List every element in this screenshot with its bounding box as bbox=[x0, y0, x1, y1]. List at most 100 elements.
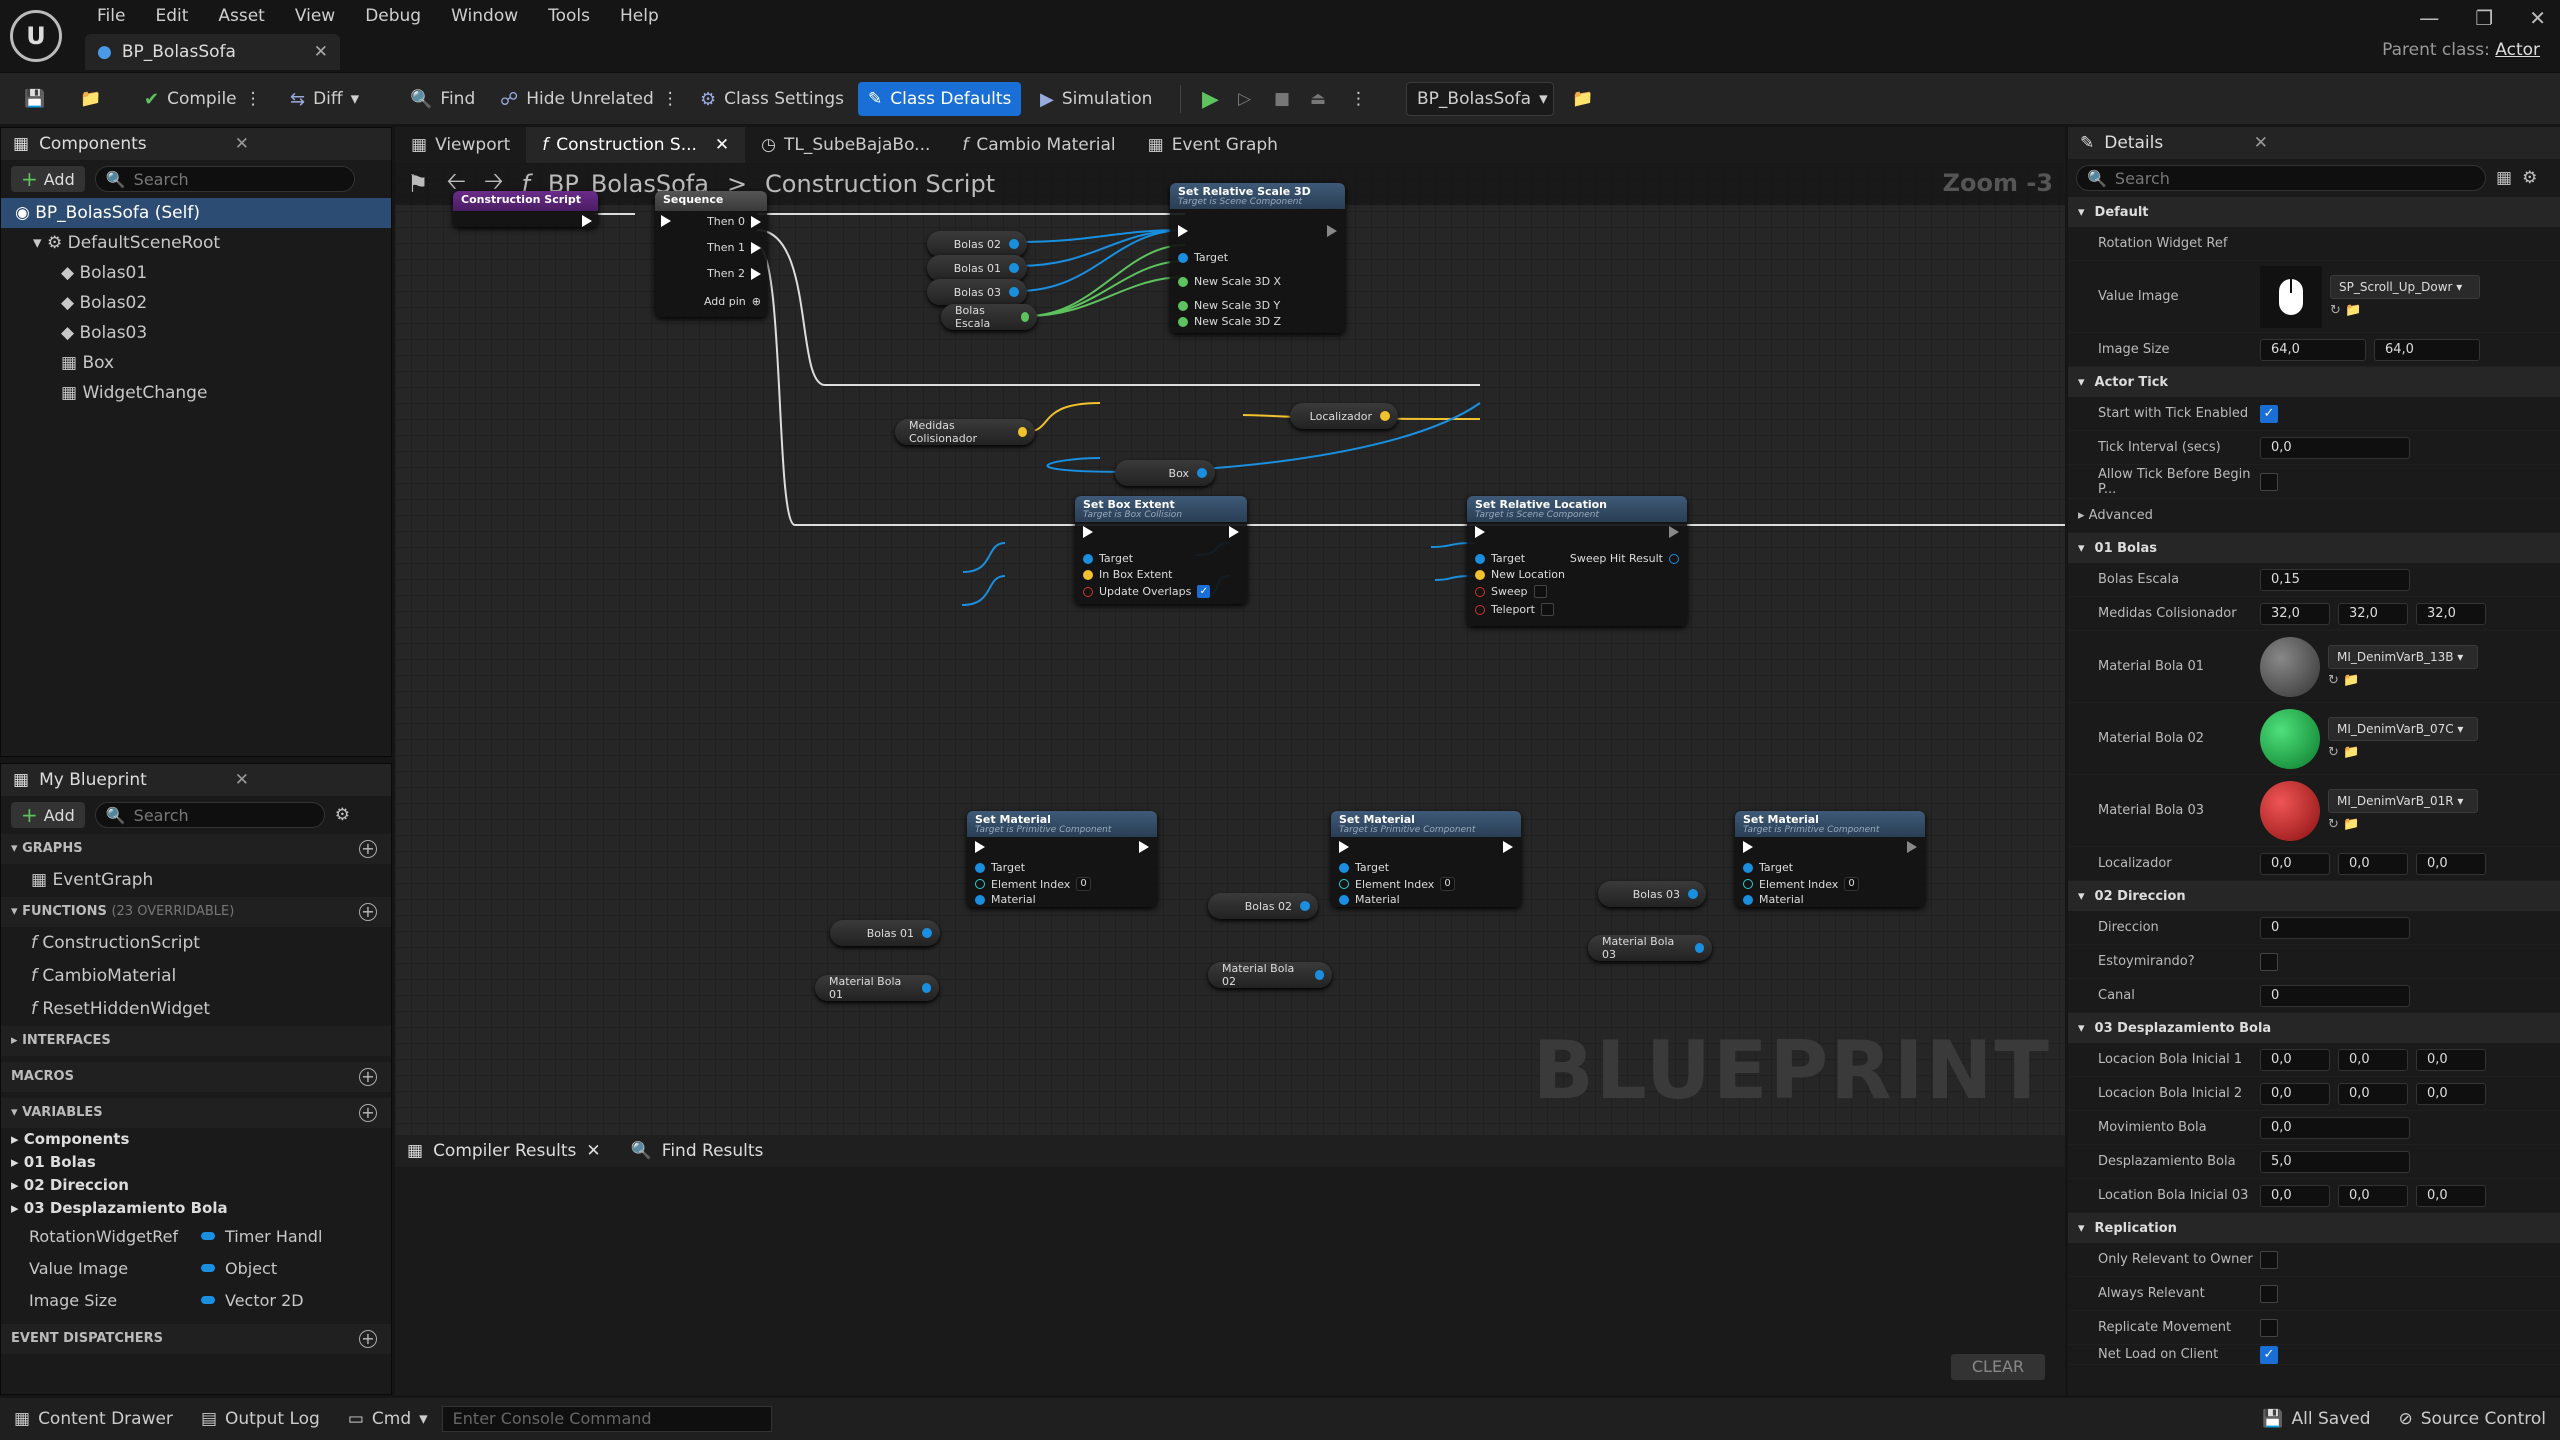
exec-out-pin[interactable] bbox=[582, 215, 592, 227]
close-window-icon[interactable]: ✕ bbox=[2529, 6, 2546, 30]
exec-in-pin[interactable] bbox=[1178, 225, 1188, 237]
add-macro-icon[interactable]: + bbox=[359, 1068, 377, 1086]
variable-row[interactable]: RotationWidgetRef Timer Handl bbox=[1, 1220, 391, 1252]
vector-y-input[interactable]: 0,0 bbox=[2338, 1082, 2408, 1105]
localizador-x-input[interactable]: 0,0 bbox=[2260, 852, 2330, 875]
element-index-input[interactable]: 0 bbox=[1844, 877, 1859, 891]
menu-help[interactable]: Help bbox=[605, 2, 674, 30]
variable-row[interactable]: Image Size Vector 2D bbox=[1, 1284, 391, 1316]
add-variable-icon[interactable]: + bbox=[359, 1104, 377, 1122]
element-index-pin[interactable]: Element Index 0 bbox=[1339, 877, 1455, 891]
exec-out-pin[interactable] bbox=[1907, 841, 1917, 853]
var-group-direccion[interactable]: ▸ 02 Direccion bbox=[11, 1174, 391, 1197]
var-node-material-bola01[interactable]: Material Bola 01 bbox=[815, 975, 939, 1001]
reset-icon[interactable]: ↻ bbox=[2330, 303, 2341, 318]
node-construction-script[interactable]: Construction Script bbox=[453, 191, 598, 227]
exec-in-pin[interactable] bbox=[1339, 841, 1349, 853]
var-node-material-bola03[interactable]: Material Bola 03 bbox=[1588, 935, 1712, 961]
canal-input[interactable]: 0 bbox=[2260, 984, 2410, 1007]
add-function-icon[interactable]: + bbox=[359, 903, 377, 921]
medidas-z-input[interactable]: 32,0 bbox=[2416, 602, 2486, 625]
vector-y-input[interactable]: 0,0 bbox=[2338, 1184, 2408, 1207]
macros-section[interactable]: MACROS + bbox=[1, 1062, 391, 1092]
details-section-default[interactable]: ▾ Default bbox=[2068, 197, 2560, 227]
then1-pin[interactable]: Then 1 bbox=[707, 241, 761, 254]
element-index-pin[interactable]: Element Index 0 bbox=[1743, 877, 1859, 891]
tab-compiler-results[interactable]: Compiler Results bbox=[433, 1141, 576, 1161]
stop-button[interactable]: ■ bbox=[1264, 82, 1300, 116]
menu-asset[interactable]: Asset bbox=[203, 2, 279, 30]
in-box-extent-pin[interactable]: In Box Extent bbox=[1083, 568, 1172, 581]
localizador-z-input[interactable]: 0,0 bbox=[2416, 852, 2486, 875]
exec-out-pin[interactable] bbox=[1139, 841, 1149, 853]
vector-z-input[interactable]: 0,0 bbox=[2416, 1184, 2486, 1207]
breadcrumb-function[interactable]: Construction Script bbox=[765, 170, 995, 198]
vector-y-input[interactable]: 0,0 bbox=[2338, 1048, 2408, 1071]
target-pin[interactable]: Target bbox=[1083, 552, 1133, 565]
target-pin[interactable]: Target bbox=[1475, 552, 1525, 565]
vector-x-input[interactable]: 0,0 bbox=[2260, 1048, 2330, 1071]
element-index-input[interactable]: 0 bbox=[1440, 877, 1455, 891]
close-icon[interactable]: ✕ bbox=[235, 134, 249, 154]
node-set-material-3[interactable]: Set Material Target is Primitive Componen… bbox=[1735, 811, 1925, 907]
add-dispatcher-icon[interactable]: + bbox=[359, 1330, 377, 1348]
table-view-icon[interactable]: ▦ bbox=[2496, 168, 2512, 188]
allow-tick-checkbox[interactable] bbox=[2260, 472, 2278, 491]
menu-view[interactable]: View bbox=[280, 2, 350, 30]
material-select[interactable]: MI_DenimVarB_01R ▾ bbox=[2328, 789, 2478, 813]
add-component-button[interactable]: + Add bbox=[11, 166, 85, 192]
details-section-bolas[interactable]: ▾ 01 Bolas bbox=[2068, 533, 2560, 563]
source-control-button[interactable]: ⊘ Source Control bbox=[2385, 1409, 2560, 1429]
bookmark-icon[interactable]: ⚑ bbox=[407, 170, 429, 198]
details-section-actor-tick[interactable]: ▾ Actor Tick bbox=[2068, 367, 2560, 397]
unreal-logo-icon[interactable]: U bbox=[10, 10, 62, 62]
element-index-input[interactable]: 0 bbox=[1076, 877, 1091, 891]
browse-icon[interactable]: 📁 bbox=[2343, 673, 2359, 688]
minimize-icon[interactable]: — bbox=[2419, 6, 2439, 30]
material-pin[interactable]: Material bbox=[1339, 893, 1400, 906]
tab-construction-script[interactable]: f Construction S... ✕ bbox=[526, 127, 746, 163]
details-section-desplazamiento[interactable]: ▾ 03 Desplazamiento Bola bbox=[2068, 1013, 2560, 1043]
exec-out-pin[interactable] bbox=[1669, 526, 1679, 538]
var-group-components[interactable]: ▸ Components bbox=[11, 1128, 391, 1151]
var-group-bolas[interactable]: ▸ 01 Bolas bbox=[11, 1151, 391, 1174]
var-node-bolas02[interactable]: Bolas 02 bbox=[927, 231, 1027, 257]
details-search-input[interactable]: 🔍 Search bbox=[2076, 165, 2486, 191]
then2-pin[interactable]: Then 2 bbox=[707, 267, 761, 280]
exec-in-pin[interactable] bbox=[1475, 526, 1485, 538]
close-icon[interactable]: ✕ bbox=[715, 135, 729, 155]
target-pin[interactable]: Target bbox=[1178, 251, 1228, 264]
exec-in-pin[interactable] bbox=[1743, 841, 1753, 853]
then0-pin[interactable]: Then 0 bbox=[707, 215, 761, 228]
function-item-constructionscript[interactable]: f ConstructionScript bbox=[1, 927, 391, 960]
tree-item-widgetchange[interactable]: ▦ WidgetChange bbox=[1, 378, 391, 408]
var-node-material-bola02[interactable]: Material Bola 02 bbox=[1208, 962, 1332, 988]
debug-browse-icon[interactable]: 📁 bbox=[1562, 82, 1603, 116]
var-node-bolas01-b[interactable]: Bolas 01 bbox=[830, 920, 940, 946]
var-node-bolas-escala[interactable]: Bolas Escala bbox=[941, 304, 1037, 330]
tree-item-self[interactable]: ◉ BP_BolasSofa (Self) bbox=[1, 198, 391, 228]
net-load-checkbox[interactable]: ✓ bbox=[2260, 1345, 2278, 1364]
exec-in-pin[interactable] bbox=[661, 215, 671, 227]
cmd-button[interactable]: ▭ Cmd ▾ bbox=[334, 1409, 442, 1429]
browse-icon[interactable]: 📁 bbox=[70, 82, 111, 116]
material-select[interactable]: MI_DenimVarB_07C ▾ bbox=[2328, 717, 2478, 741]
sweep-pin[interactable]: Sweep bbox=[1475, 585, 1547, 598]
components-search-input[interactable]: 🔍 Search bbox=[94, 166, 355, 192]
material-thumbnail-icon[interactable] bbox=[2260, 708, 2320, 769]
node-set-box-extent[interactable]: Set Box Extent Target is Box Collision Ta… bbox=[1075, 496, 1247, 604]
details-section-direccion[interactable]: ▾ 02 Direccion bbox=[2068, 881, 2560, 911]
var-node-medidas-colisionador[interactable]: Medidas Colisionador bbox=[895, 419, 1035, 445]
exec-in-pin[interactable] bbox=[975, 841, 985, 853]
compile-button[interactable]: ✔ Compile ⋮ bbox=[134, 82, 272, 116]
scale-x-pin[interactable]: New Scale 3D X bbox=[1178, 275, 1281, 288]
graph-item-eventgraph[interactable]: ▦ EventGraph bbox=[1, 864, 391, 897]
tab-cambio-material[interactable]: f Cambio Material bbox=[946, 127, 1131, 163]
gear-icon[interactable]: ⚙ bbox=[2522, 168, 2537, 188]
play-button[interactable]: ▶ bbox=[1192, 82, 1229, 116]
value-image-select[interactable]: SP_Scroll_Up_Dowr ▾ bbox=[2330, 275, 2480, 299]
components-tab[interactable]: ▦ Components ✕ bbox=[1, 128, 391, 160]
simulation-button[interactable]: ▶ Simulation bbox=[1030, 82, 1162, 116]
tick-enabled-checkbox[interactable]: ✓ bbox=[2260, 404, 2278, 423]
node-set-material-2[interactable]: Set Material Target is Primitive Componen… bbox=[1331, 811, 1521, 907]
